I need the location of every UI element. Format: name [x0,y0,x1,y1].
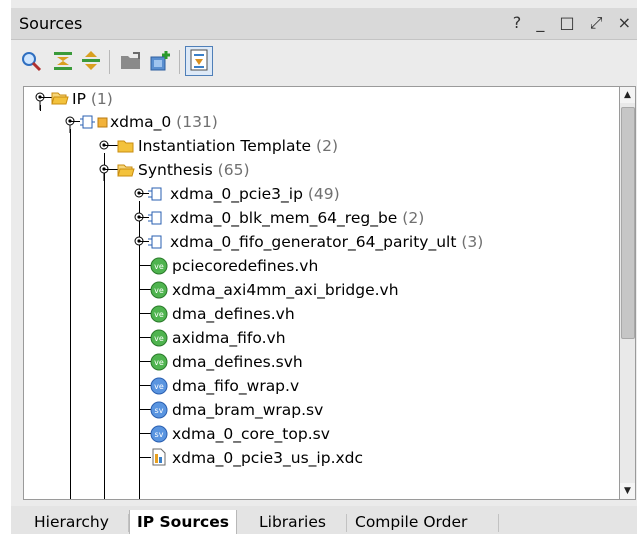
tree-node-ip[interactable]: IP (1) [72,87,113,111]
tree-node-instantiation-template[interactable]: Instantiation Template (2) [138,134,338,158]
systemverilog-file-icon: sv [150,425,168,447]
tree-file[interactable]: dma_defines.svh [172,350,303,374]
scroll-up-icon[interactable]: ▲ [620,87,635,103]
tree-node-xdma-0-fifo-generator[interactable]: xdma_0_fifo_generator_64_parity_ult (3) [170,230,483,254]
sources-panel: Sources ? _ □ ⤢ × IP (1) xdma_0 (131) In… [11,0,637,534]
svg-text:sv: sv [155,430,164,439]
expand-all-icon[interactable] [79,49,103,73]
add-sources-icon[interactable] [149,49,173,73]
ip-module-icon [148,234,164,254]
svg-text:sv: sv [155,406,164,415]
window-controls: ? _ □ ⤢ × [503,13,631,33]
expander-knob[interactable] [98,161,110,181]
expander-knob[interactable] [64,113,76,133]
expander-knob[interactable] [133,233,145,253]
expander-knob[interactable] [133,209,145,229]
verilog-header-icon: ve [150,305,168,327]
float-icon[interactable]: ⤢ [590,13,603,33]
scrollbar-thumb[interactable] [621,107,635,339]
folder-open-icon [51,91,69,109]
tab-compile-order[interactable]: Compile Order [348,510,474,534]
tab-ip-sources[interactable]: IP Sources [129,510,237,534]
svg-text:ve: ve [154,262,164,271]
verilog-file-icon: ve [150,377,168,399]
tab-libraries[interactable]: Libraries [252,510,333,534]
tree-file[interactable]: xdma_axi4mm_axi_bridge.vh [172,278,399,302]
close-icon[interactable]: × [618,13,631,32]
maximize-icon[interactable]: □ [559,13,574,32]
tree-node-xdma-0-pcie3-ip[interactable]: xdma_0_pcie3_ip (49) [170,182,340,206]
minimize-icon[interactable]: _ [536,13,544,32]
ip-core-icon [80,114,110,134]
folder-closed-icon [117,139,135,157]
svg-text:ve: ve [154,382,164,391]
scroll-down-icon[interactable]: ▼ [620,483,635,499]
tree-node-synthesis[interactable]: Synthesis (65) [138,158,250,182]
hierarchy-update-icon[interactable] [185,46,213,76]
vertical-scrollbar[interactable]: ▲ ▼ [620,86,636,500]
help-icon[interactable]: ? [513,13,522,32]
tree-file[interactable]: dma_fifo_wrap.v [172,374,299,398]
folder-open-icon [117,163,135,181]
constraints-file-icon [151,448,167,470]
tab-hierarchy[interactable]: Hierarchy [27,510,116,534]
ip-module-icon [148,186,164,206]
tree-node-xdma-0[interactable]: xdma_0 (131) [110,110,218,134]
tree-file[interactable]: pciecoredefines.vh [172,254,318,278]
collapse-all-icon[interactable] [51,49,75,73]
svg-text:ve: ve [154,334,164,343]
expander-knob[interactable] [98,137,110,157]
verilog-header-icon: ve [150,353,168,375]
ip-module-icon [148,210,164,230]
tree-node-xdma-0-blk-mem[interactable]: xdma_0_blk_mem_64_reg_be (2) [170,206,424,230]
svg-text:ve: ve [154,310,164,319]
svg-text:ve: ve [154,358,164,367]
verilog-header-icon: ve [150,329,168,351]
svg-text:ve: ve [154,286,164,295]
search-icon[interactable] [19,49,43,73]
expander-knob[interactable] [133,185,145,205]
tree-file[interactable]: dma_defines.vh [172,302,295,326]
toolbar [11,40,637,82]
panel-title: Sources [19,14,83,33]
systemverilog-file-icon: sv [150,401,168,423]
tree-file[interactable]: xdma_0_core_top.sv [172,422,330,446]
bottom-tabs: Hierarchy IP Sources Libraries Compile O… [11,506,637,534]
tree-file[interactable]: axidma_fifo.vh [172,326,286,350]
verilog-header-icon: ve [150,257,168,279]
expander-knob[interactable] [34,90,46,110]
sources-tree[interactable]: IP (1) xdma_0 (131) Instantiation Templa… [23,86,620,500]
panel-titlebar: Sources ? _ □ ⤢ × [11,8,637,40]
tree-file[interactable]: xdma_0_pcie3_us_ip.xdc [172,446,363,470]
tree-file[interactable]: dma_bram_wrap.sv [172,398,323,422]
open-folder-icon[interactable] [119,49,143,73]
verilog-header-icon: ve [150,281,168,303]
